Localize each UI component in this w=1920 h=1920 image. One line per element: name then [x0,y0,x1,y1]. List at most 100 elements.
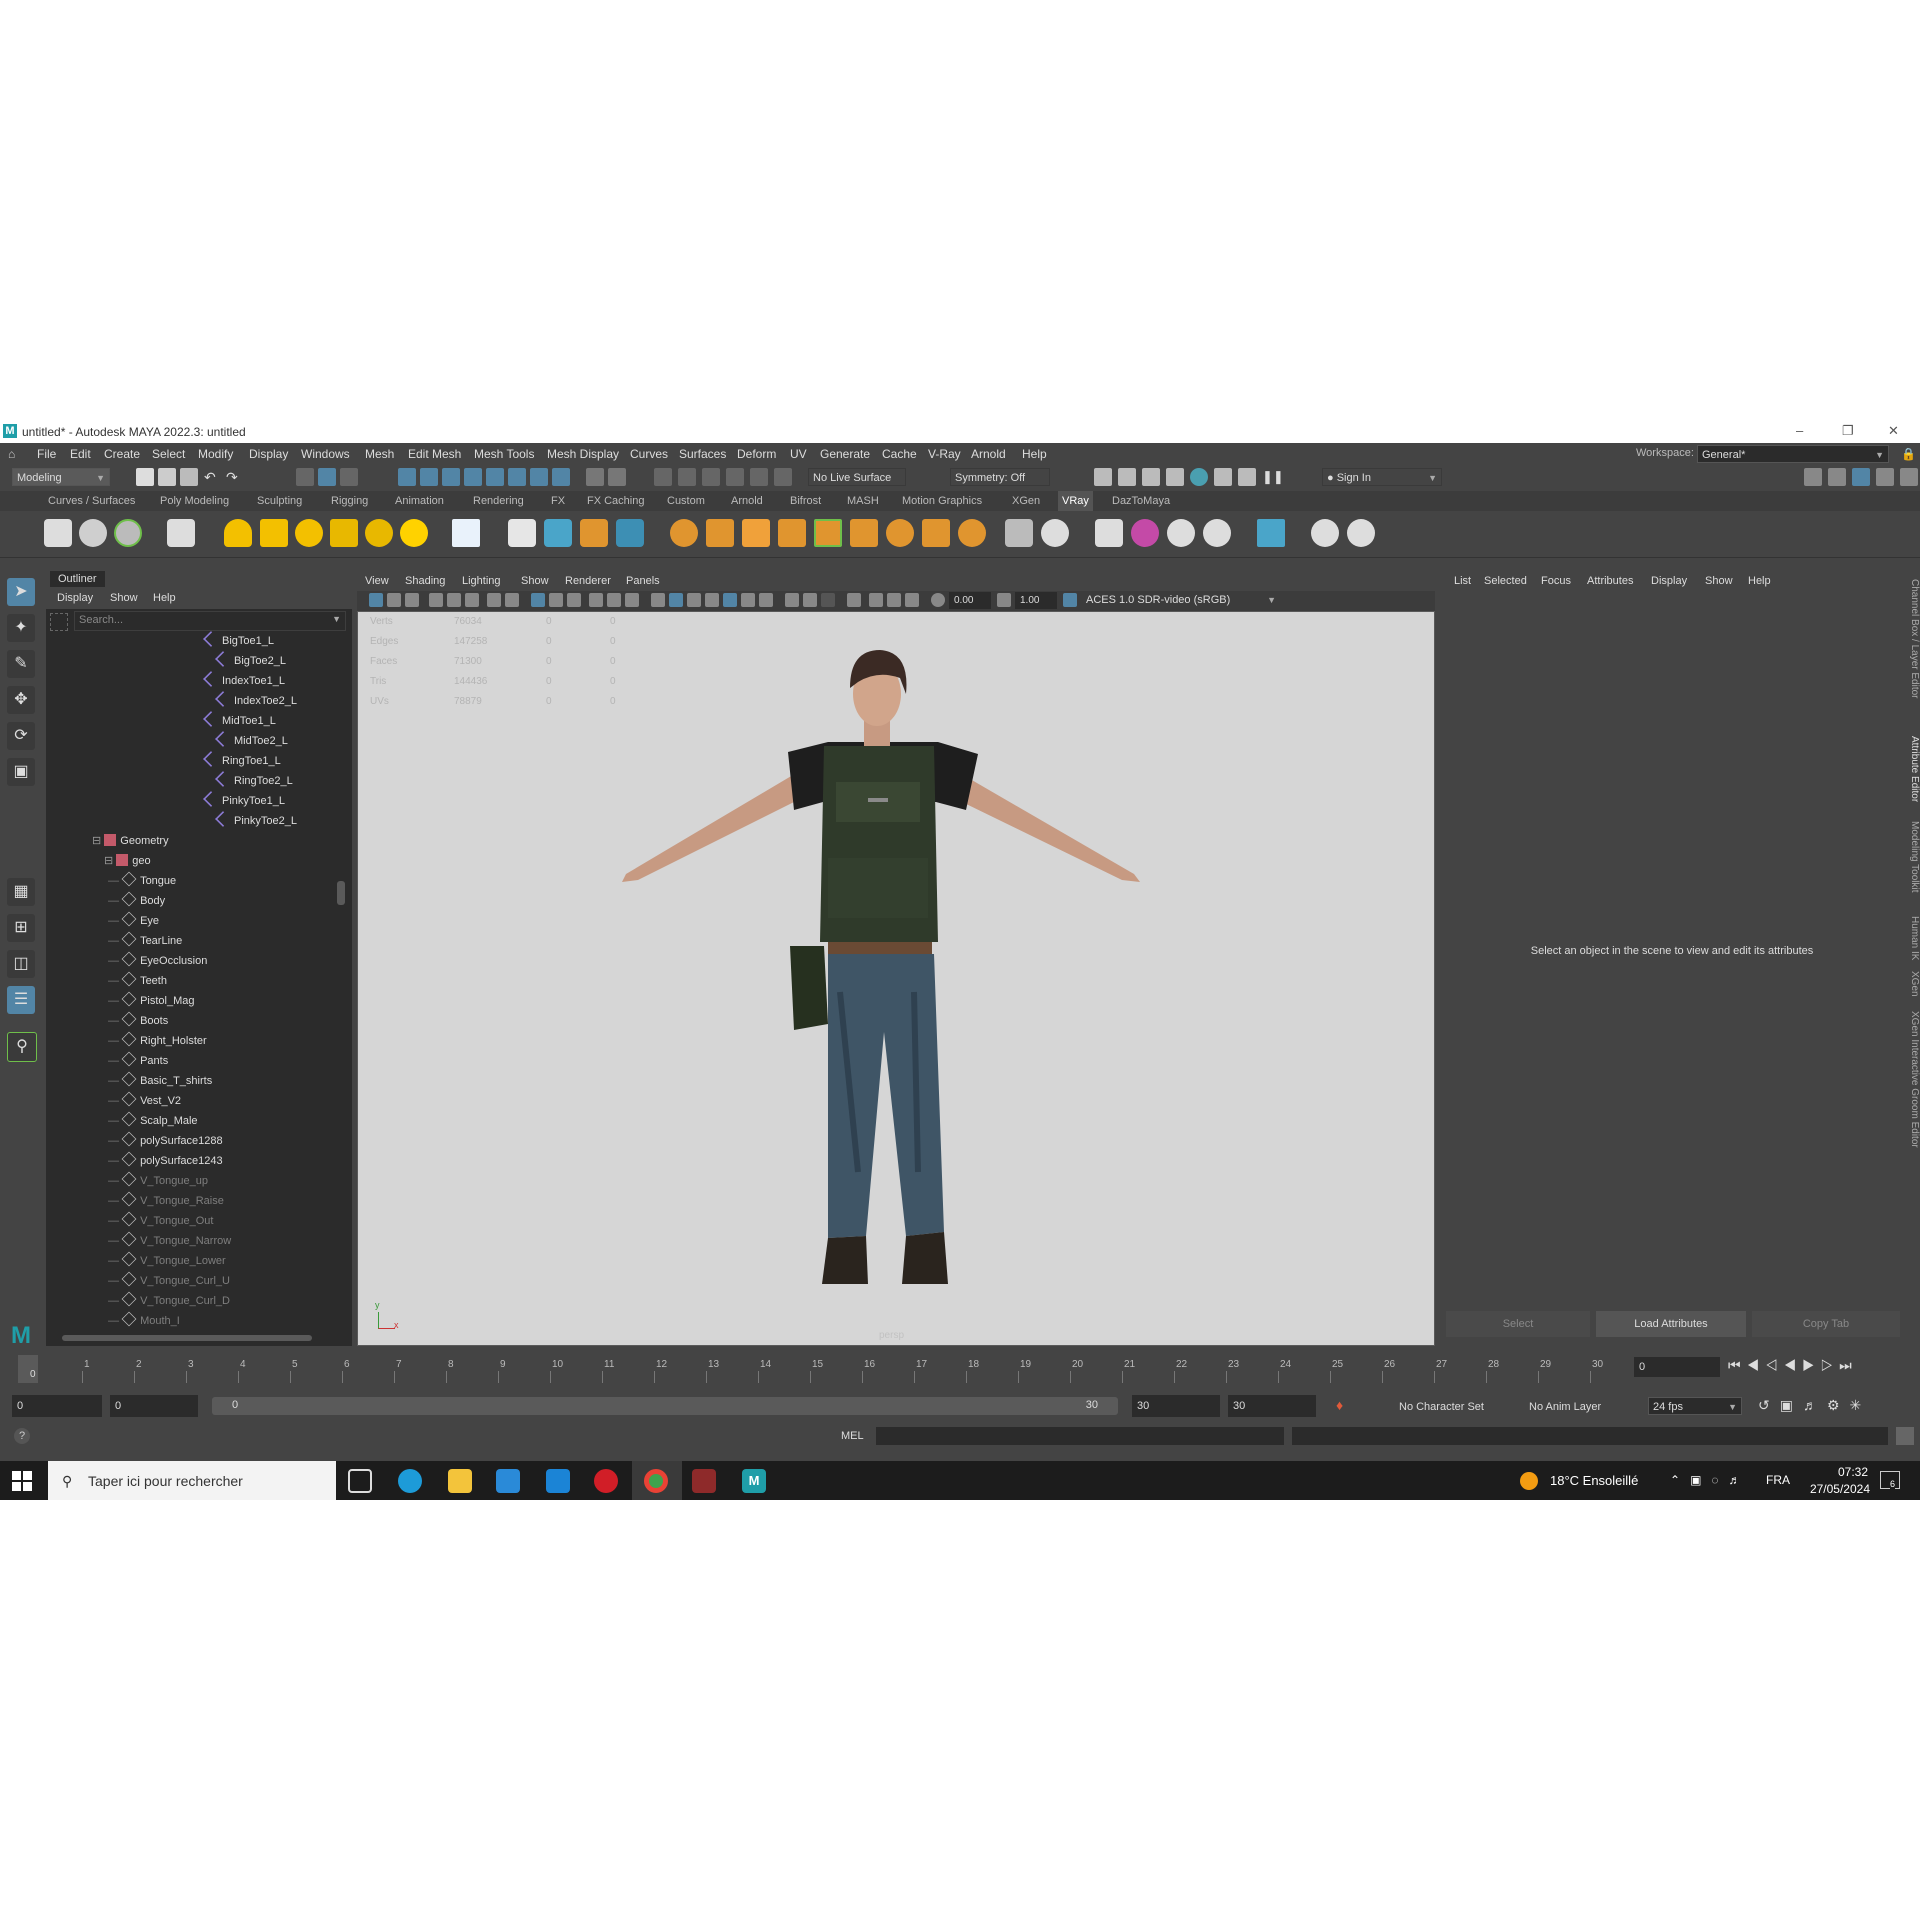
attr-menu-selected[interactable]: Selected [1484,575,1527,587]
gate-mask-icon[interactable] [505,593,519,607]
menu-edit[interactable]: Edit [70,447,91,461]
multisample-icon[interactable] [869,593,883,607]
select-button[interactable]: Select [1446,1311,1590,1337]
menu-deform[interactable]: Deform [737,447,776,461]
move-tool-icon[interactable]: ✥ [7,686,35,714]
shelf-tab-rendering[interactable]: Rendering [473,491,524,511]
shelf-tab-custom[interactable]: Custom [667,491,705,511]
save-scene-icon[interactable] [180,468,198,486]
fps-dropdown[interactable]: 24 fps ▼ [1648,1397,1742,1415]
snap-curve-icon[interactable] [420,468,438,486]
menu-mesh-tools[interactable]: Mesh Tools [474,447,534,461]
menu-vray[interactable]: V-Ray [928,447,961,461]
copy-tab-button[interactable]: Copy Tab [1752,1311,1900,1337]
hypershade-icon[interactable] [1190,468,1208,486]
textured-icon[interactable] [669,593,683,607]
sign-in-button[interactable]: ● Sign In ▼ [1322,468,1442,486]
resolution-gate-icon[interactable] [487,593,501,607]
clock-date[interactable]: 27/05/2024 [1800,1482,1870,1496]
select-component-icon[interactable] [340,468,358,486]
exposure-icon[interactable] [931,593,945,607]
outliner-mesh-row[interactable]: — EyeOcclusion [108,951,207,971]
go-to-start-icon[interactable]: ⏮ [1728,1357,1747,1373]
pause-icon[interactable]: ❚❚ [1262,468,1284,486]
load-attributes-button[interactable]: Load Attributes [1596,1311,1746,1337]
safe-action-icon[interactable] [589,593,603,607]
shelf-tab-rigging[interactable]: Rigging [331,491,368,511]
mail-icon[interactable] [546,1469,570,1493]
gamma-field[interactable]: 1.00 [1015,592,1057,609]
outliner-hscrollbar[interactable] [56,1333,336,1343]
vray-frame-buffer-icon[interactable] [167,519,195,547]
color-space-dropdown[interactable]: ACES 1.0 SDR-video (sRGB) ▼ [1081,592,1281,609]
outliner-joint-row[interactable]: PinkyToe2_L [215,811,297,831]
outliner-scrollbar[interactable] [336,633,346,1333]
current-frame-field[interactable]: 0 [1634,1357,1720,1377]
outliner-mesh-row[interactable]: — Teeth [108,971,167,991]
shelf-tab-motion-graphics[interactable]: Motion Graphics [902,491,982,511]
construction-icon[interactable] [678,468,696,486]
snap-point-icon[interactable] [442,468,460,486]
snap-edge-icon[interactable] [530,468,548,486]
menu-help[interactable]: Help [1022,447,1047,461]
vray-proxy-icon[interactable] [508,519,536,547]
menu-curves[interactable]: Curves [630,447,668,461]
vray-settings-icon[interactable] [958,519,986,547]
viewport-3d[interactable]: Verts 76034 0 0 Edges 147258 0 0 Faces 71300 0 0 Tri… [357,611,1435,1346]
notifications-icon[interactable]: 6 [1880,1471,1900,1489]
animation-prefs-icon[interactable]: ✳ [1850,1397,1872,1413]
vray-object-properties-icon[interactable] [1095,519,1123,547]
volume-icon[interactable]: ♬ [1729,1473,1751,1487]
xray-icon[interactable] [723,593,737,607]
isolate-select-icon[interactable] [785,593,799,607]
menu-modify[interactable]: Modify [198,447,233,461]
attr-menu-show[interactable]: Show [1705,575,1733,587]
snap-vertex-icon[interactable] [508,468,526,486]
menu-uv[interactable]: UV [790,447,807,461]
collapse-icon[interactable]: ⊟ [104,855,116,867]
outliner-mesh-row[interactable]: — polySurface1288 [108,1131,223,1151]
bookmark-icon[interactable] [405,593,419,607]
vray-plane-icon[interactable] [452,519,480,547]
outliner-mesh-row[interactable]: — Boots [108,1011,168,1031]
menu-cache[interactable]: Cache [882,447,917,461]
outliner-mesh-row[interactable]: — TearLine [108,931,182,951]
camera-attributes-icon[interactable] [387,593,401,607]
vray-physical-camera-icon[interactable] [1005,519,1033,547]
grid-toggle-icon[interactable] [447,593,461,607]
motion-blur-icon[interactable] [759,593,773,607]
outliner-joint-row[interactable]: IndexToe1_L [203,671,285,691]
vray-sphere-light-icon[interactable] [295,519,323,547]
attribute-editor-toggle-icon[interactable] [1852,468,1870,486]
rotate-ops-icon[interactable] [750,468,768,486]
attr-menu-help[interactable]: Help [1748,575,1771,587]
select-hierarchy-icon[interactable] [296,468,314,486]
vray-logo-icon[interactable] [1347,519,1375,547]
step-forward-icon[interactable]: ▷ [1821,1357,1840,1373]
shelf-tab-arnold[interactable]: Arnold [731,491,763,511]
viewport-menu-show[interactable]: Show [521,575,549,587]
vray-multi-icon[interactable] [1167,519,1195,547]
script-editor-icon[interactable] [1896,1427,1914,1445]
play-back-icon[interactable]: ◀ [1784,1357,1803,1373]
exposure-field[interactable]: 0.00 [949,592,991,609]
wifi-icon[interactable]: ◌ [1711,1473,1728,1487]
minimize-icon[interactable]: – [1796,423,1803,438]
color-management-icon[interactable] [1063,593,1077,607]
shelf-tab-bifrost[interactable]: Bifrost [790,491,821,511]
opera-icon[interactable] [594,1469,618,1493]
vray-ipr-icon[interactable] [114,519,142,547]
attr-menu-attributes[interactable]: Attributes [1587,575,1633,587]
shelf-tab-animation[interactable]: Animation [395,491,444,511]
weather-text[interactable]: 18°C Ensoleillé [1550,1473,1638,1488]
open-scene-icon[interactable] [158,468,176,486]
meet-icon[interactable]: ▣ [1690,1473,1711,1487]
light-editor-icon[interactable] [1238,468,1256,486]
outliner-joint-row[interactable]: BigToe2_L [215,651,286,671]
range-bar[interactable]: 0 30 [212,1397,1118,1415]
menu-edit-mesh[interactable]: Edit Mesh [408,447,461,461]
channel-box-icon[interactable] [1900,468,1918,486]
symmetry-dropdown[interactable]: Symmetry: Off [950,468,1050,486]
ipr-render-icon[interactable] [1142,468,1160,486]
shelf-tab-poly-modeling[interactable]: Poly Modeling [160,491,229,511]
